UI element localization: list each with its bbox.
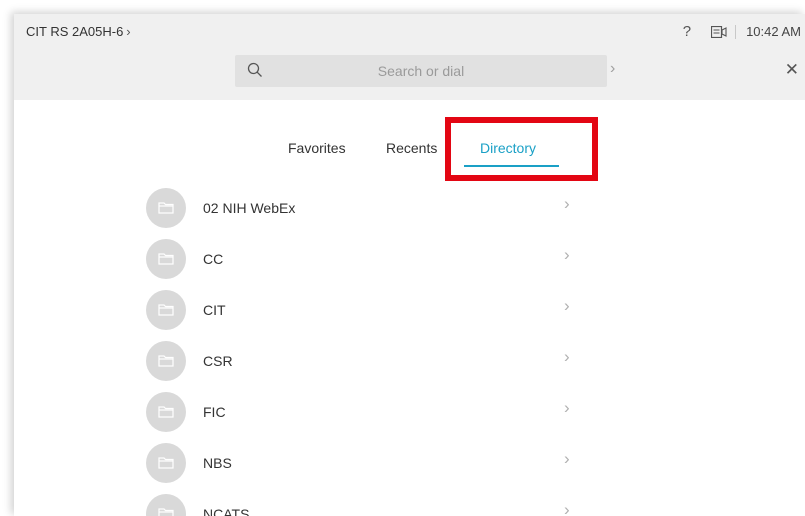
chevron-right-icon: › — [564, 449, 570, 468]
touch-panel-window: CIT RS 2A05H-6 › ? 10:42 AM Search or di… — [14, 14, 805, 516]
list-item[interactable]: CC › — [146, 233, 586, 281]
avatar — [146, 443, 186, 483]
list-item[interactable]: NCATS › — [146, 488, 586, 516]
folder-icon — [158, 253, 174, 265]
list-item-label: NBS — [203, 455, 232, 471]
list-item-label: FIC — [203, 404, 226, 420]
search-placeholder: Search or dial — [377, 63, 465, 79]
chevron-right-icon: › — [564, 194, 570, 213]
device-name-button[interactable]: CIT RS 2A05H-6 › — [26, 24, 131, 39]
folder-icon — [158, 355, 174, 367]
list-item[interactable]: CIT › — [146, 284, 586, 332]
list-item-label: CSR — [203, 353, 233, 369]
folder-icon — [158, 508, 174, 516]
camera-self-view-icon[interactable] — [711, 25, 727, 38]
avatar — [146, 392, 186, 432]
chevron-right-icon: › — [564, 296, 570, 315]
divider — [735, 24, 737, 39]
tab-bar: Favorites Recents Directory — [14, 134, 805, 170]
folder-icon — [158, 457, 174, 469]
list-item-label: NCATS — [203, 506, 250, 516]
highlight-annotation-box — [445, 117, 598, 181]
folder-icon — [158, 304, 174, 316]
avatar — [146, 341, 186, 381]
folder-icon — [158, 202, 174, 214]
list-item[interactable]: NBS › — [146, 437, 586, 485]
avatar — [146, 239, 186, 279]
status-area: ? 10:42 AM — [683, 23, 801, 40]
list-item[interactable]: 02 NIH WebEx › — [146, 182, 586, 230]
avatar — [146, 290, 186, 330]
avatar — [146, 494, 186, 516]
chevron-right-icon: › — [564, 347, 570, 366]
chevron-right-icon: › — [564, 500, 570, 516]
close-icon[interactable]: ✕ — [785, 60, 799, 80]
top-bar: CIT RS 2A05H-6 › ? 10:42 AM Search or di… — [14, 14, 805, 100]
clock: 10:42 AM — [746, 24, 801, 39]
chevron-right-icon: › — [564, 245, 570, 264]
list-item[interactable]: FIC › — [146, 386, 586, 434]
folder-icon — [158, 406, 174, 418]
chevron-right-icon: › — [564, 398, 570, 417]
tab-recents[interactable]: Recents — [386, 140, 437, 156]
list-item-label: CC — [203, 251, 224, 267]
list-item[interactable]: CSR › — [146, 335, 586, 383]
dial-go-icon[interactable]: › — [610, 60, 615, 78]
avatar — [146, 188, 186, 228]
search-input[interactable]: Search or dial — [235, 55, 607, 87]
chevron-right-icon: › — [126, 24, 131, 39]
help-icon[interactable]: ? — [683, 23, 691, 40]
list-item-label: 02 NIH WebEx — [203, 200, 296, 216]
device-name-label: CIT RS 2A05H-6 — [26, 24, 124, 39]
list-item-label: CIT — [203, 302, 226, 318]
tab-favorites[interactable]: Favorites — [288, 140, 346, 156]
